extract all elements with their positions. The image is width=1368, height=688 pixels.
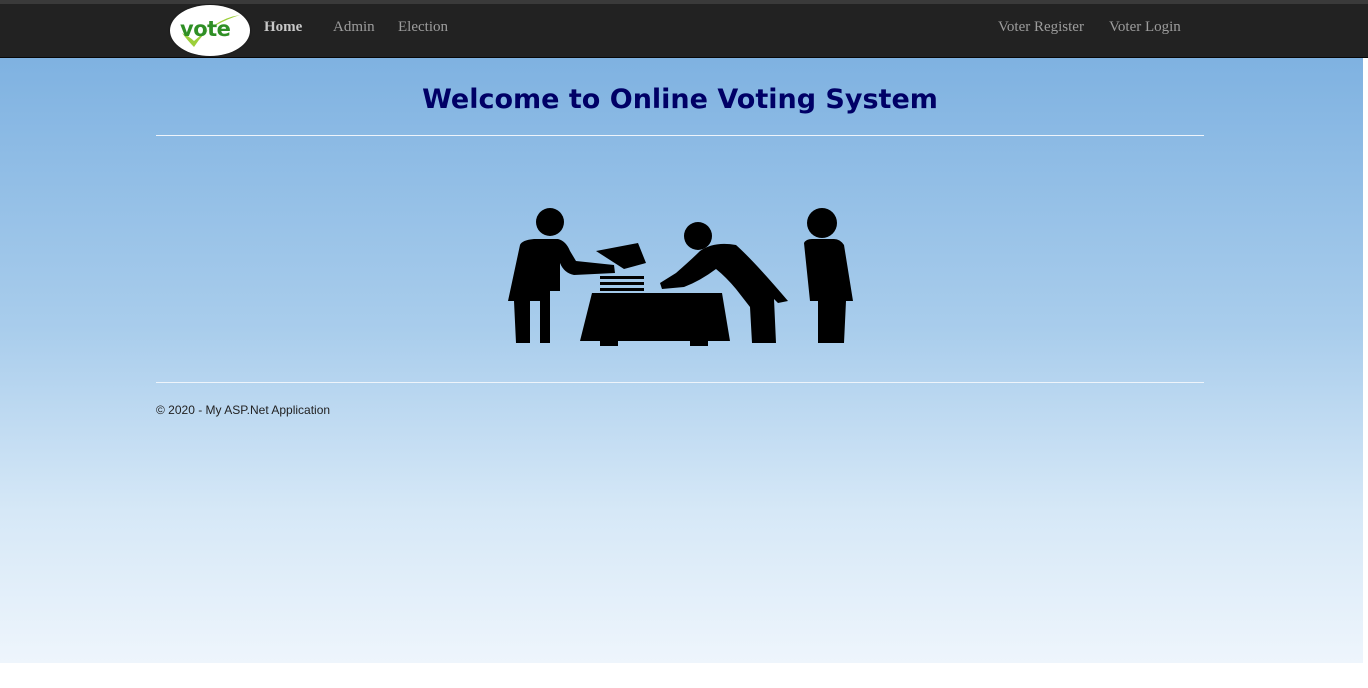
nav-link-admin[interactable]: Admin xyxy=(333,19,375,36)
nav-link-voter-login[interactable]: Voter Login xyxy=(1109,19,1181,36)
page-title: Welcome to Online Voting System xyxy=(422,84,938,115)
nav-link-election[interactable]: Election xyxy=(398,19,448,36)
nav-link-voter-register[interactable]: Voter Register xyxy=(998,19,1084,36)
footer-copyright: © 2020 - My ASP.Net Application xyxy=(156,403,331,417)
navbar: vote Home Admin Election Voter Register … xyxy=(0,4,1368,58)
voting-people-icon xyxy=(508,208,853,346)
title-divider xyxy=(156,135,1204,136)
footer-divider xyxy=(156,382,1204,383)
logo-text: vote xyxy=(180,17,231,41)
nav-link-home[interactable]: Home xyxy=(264,19,302,36)
vote-logo[interactable]: vote xyxy=(170,5,250,56)
main-content: Welcome to Online Voting System © 2020 - xyxy=(0,58,1363,663)
